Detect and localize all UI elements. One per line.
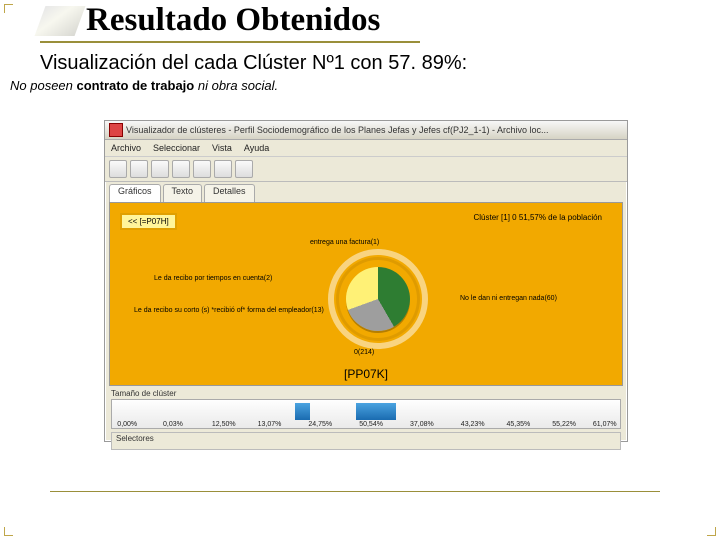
toolbar-button[interactable] [130,160,148,178]
toolbar-button[interactable] [214,160,232,178]
note-pre: No poseen [10,78,77,93]
pie-label-left1: Le da recibo por tiempos en cuenta(2) [154,275,272,282]
menu-archivo[interactable]: Archivo [111,143,141,153]
app-window: Visualizador de clústeres - Perfil Socio… [104,120,628,442]
back-button[interactable]: << [=P07H] [120,213,177,230]
pie-label-top: entrega una factura(1) [310,239,379,246]
chart-panel: << [=P07H] Clúster [1] 0 51,57% de la po… [109,202,623,386]
cluster-info: Clúster [1] 0 51,57% de la población [473,213,602,222]
toolbar [105,157,627,182]
page-subtitle: Visualización del cada Clúster Nº1 con 5… [40,52,467,75]
cluster-size-label: Tamaño de clúster [111,389,621,398]
chart-caption: [PP07K] [110,367,622,381]
hist-tick: 45,35% [507,421,531,428]
menu-seleccionar[interactable]: Seleccionar [153,143,200,153]
pie-slices [346,267,410,331]
hist-bar [356,403,397,420]
menu-vista[interactable]: Vista [212,143,232,153]
hist-tick: 50,54% [359,421,383,428]
toolbar-button[interactable] [151,160,169,178]
hist-tick: 55,22% [552,421,576,428]
footer-rule [50,491,660,492]
hist-tick: 61,07% [593,421,617,428]
corner-decoration [4,4,13,13]
hist-bar [305,403,310,420]
hist-tick: 37,08% [410,421,434,428]
pie-label-left2: Le da recibo su corto (s) *recibió of* f… [134,307,324,314]
hist-tick: 0,03% [163,421,183,428]
title-bar[interactable]: Visualizador de clústeres - Perfil Socio… [105,121,627,140]
menu-bar: Archivo Seleccionar Vista Ayuda [105,140,627,157]
toolbar-button[interactable] [172,160,190,178]
pie-chart[interactable] [328,249,428,349]
hist-tick: 24,75% [308,421,332,428]
note-post: ni obra social. [194,78,278,93]
tab-bar: Gráficos Texto Detalles [105,182,627,202]
page-note: No poseen contrato de trabajo ni obra so… [10,78,278,93]
toolbar-button[interactable] [193,160,211,178]
pie-label-bottom: 0(214) [354,349,374,356]
menu-ayuda[interactable]: Ayuda [244,143,269,153]
hist-tick: 12,50% [212,421,236,428]
hist-tick: 13,07% [258,421,282,428]
status-bar: Selectores [111,432,621,450]
window-title: Visualizador de clústeres - Perfil Socio… [126,125,549,135]
hist-bar [295,403,305,420]
toolbar-button[interactable] [235,160,253,178]
hist-tick: 0,00% [117,421,137,428]
app-icon [109,123,123,137]
logo-icon [35,6,86,36]
pie-label-right: No le dan ni entregan nada(60) [460,295,557,302]
slide: Resultado Obtenidos Visualización del ca… [0,0,720,540]
tab-graficos[interactable]: Gráficos [109,184,161,202]
cluster-size-histogram[interactable]: 0,00% 0,03% 12,50% 13,07% 24,75% 50,54% … [111,399,621,429]
corner-decoration [4,527,13,536]
toolbar-button[interactable] [109,160,127,178]
page-title: Resultado Obtenidos [86,2,380,39]
note-bold: contrato de trabajo [77,78,195,93]
tab-detalles[interactable]: Detalles [204,184,255,202]
hist-tick: 43,23% [461,421,485,428]
tab-texto[interactable]: Texto [163,184,203,202]
corner-decoration [707,527,716,536]
